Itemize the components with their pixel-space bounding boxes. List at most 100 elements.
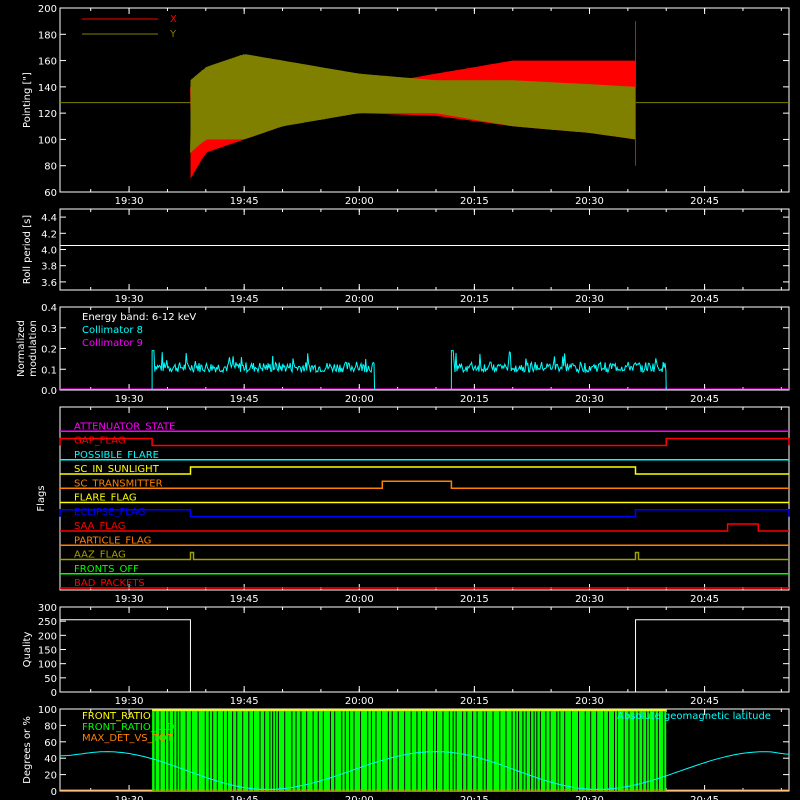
y-tick-label: 100 <box>38 660 57 671</box>
y-tick-label: 0.2 <box>41 345 57 356</box>
y-tick-label: 40 <box>44 754 57 765</box>
legend-y-label: Y <box>169 29 177 40</box>
x-tick-label: 20:00 <box>345 394 374 405</box>
plot-canvas: 19:30 19:45 20:00 20:15 20:30 20:45 60 80 100 120… <box>16 4 790 800</box>
x-tick-label: 19:45 <box>230 696 259 707</box>
x-tick-label: 20:45 <box>690 594 719 605</box>
y-tick-label: 80 <box>44 721 57 732</box>
y-tick-label: 250 <box>38 617 57 628</box>
legend-x-label: X <box>170 14 177 25</box>
y-axis-label: Flags <box>36 485 47 511</box>
y-tick-label: 100 <box>38 705 57 716</box>
x-tick-label: 20:45 <box>690 394 719 405</box>
flag-line-eclipse-flag <box>59 509 790 518</box>
flag-label: SC_TRANSMITTER <box>74 478 163 489</box>
y-tick-label: 4.0 <box>41 246 57 257</box>
y-tick-label: 150 <box>38 646 57 657</box>
flag-label: PARTICLE_FLAG <box>74 535 151 546</box>
y-axis-label: Quality <box>22 632 33 668</box>
x-tick-label: 20:15 <box>460 696 489 707</box>
x-tick-label: 20:00 <box>345 696 374 707</box>
x-tick-label: 20:30 <box>575 795 604 800</box>
latitude-label: Absolute geomagnetic latitude <box>617 711 771 722</box>
y-tick-label: 20 <box>44 771 57 782</box>
y-tick-label: 200 <box>38 631 57 642</box>
y-axis-label: modulation <box>28 320 39 377</box>
flag-label: ECLIPSE_FLAG <box>74 507 145 518</box>
legend-front-ratio: FRONT_RATIO <box>82 711 151 722</box>
x-tick-label: 19:30 <box>115 196 144 207</box>
x-tick-label: 19:45 <box>230 594 259 605</box>
y-tick-label: 0.3 <box>41 324 57 335</box>
y-axis-label: Normalized <box>16 320 27 377</box>
x-tick-label: 19:45 <box>230 795 259 800</box>
collimator-9-label: Collimator 9 <box>82 338 143 349</box>
x-tick-label: 20:30 <box>575 196 604 207</box>
flag-label: SAA_FLAG <box>74 521 125 532</box>
y-tick-label: 0.0 <box>41 386 57 397</box>
x-tick-label: 20:00 <box>345 795 374 800</box>
y-axis-label: Roll period [s] <box>22 215 33 284</box>
y-axis-label: Degrees or % <box>22 716 33 784</box>
x-tick-label: 20:45 <box>690 196 719 207</box>
energy-band-label: Energy band: 6-12 keV <box>82 312 196 323</box>
flag-line-gap-flag <box>59 437 790 447</box>
collimator-8-segment <box>151 350 376 391</box>
x-tick-label: 19:30 <box>115 394 144 405</box>
roll-frame <box>59 208 790 291</box>
x-tick-label: 19:30 <box>115 795 144 800</box>
x-tick-label: 20:15 <box>460 294 489 305</box>
y-tick-label: 60 <box>44 188 57 199</box>
flag-label: SC_IN_SUNLIGHT <box>74 464 160 475</box>
x-tick-label: 19:30 <box>115 696 144 707</box>
y-tick-label: 0 <box>51 688 57 699</box>
flag-label: AAZ_FLAG <box>74 550 126 561</box>
flag-label: GAP_FLAG <box>74 436 126 447</box>
x-tick-label: 20:30 <box>575 696 604 707</box>
y-tick-label: 200 <box>38 4 57 15</box>
y-tick-label: 100 <box>38 135 57 146</box>
front-ratio-fill <box>152 709 667 791</box>
flag-line-saa-flag <box>60 523 789 532</box>
x-tick-label: 20:30 <box>575 294 604 305</box>
y-tick-label: 4.2 <box>41 229 57 240</box>
y-tick-label: 180 <box>38 30 57 41</box>
y-tick-label: 140 <box>38 83 57 94</box>
flag-label: FRONTS_OFF <box>74 564 139 575</box>
quality-line <box>60 619 789 693</box>
y-tick-label: 60 <box>44 738 57 749</box>
collimator-8-label: Collimator 8 <box>82 325 143 336</box>
flag-label: BAD_PACKETS <box>74 578 145 589</box>
y-tick-label: 3.6 <box>41 278 57 289</box>
x-tick-label: 20:15 <box>460 594 489 605</box>
x-tick-label: 20:45 <box>690 696 719 707</box>
x-tick-label: 19:45 <box>230 196 259 207</box>
flag-line-aaz-flag <box>60 551 789 561</box>
x-tick-label: 20:00 <box>345 294 374 305</box>
legend-front-ratio-lld: FRONT_RATIO_LLD <box>82 722 175 733</box>
legend-max-det: MAX_DET_VS_TOT <box>82 733 174 744</box>
y-tick-label: 0 <box>51 787 57 798</box>
x-tick-label: 20:15 <box>460 394 489 405</box>
x-tick-label: 19:45 <box>230 394 259 405</box>
x-tick-label: 19:30 <box>115 594 144 605</box>
flag-line-sc-in-sunlight <box>60 466 789 475</box>
y-tick-label: 50 <box>44 674 57 685</box>
y-tick-label: 300 <box>38 603 57 614</box>
y-tick-label: 120 <box>38 109 57 120</box>
y-tick-label: 160 <box>38 57 57 68</box>
flags-frame <box>59 406 790 591</box>
x-tick-label: 20:45 <box>690 795 719 800</box>
x-tick-label: 20:00 <box>345 196 374 207</box>
flag-line-sc-transmitter <box>60 480 789 489</box>
y-tick-label: 0.4 <box>41 303 57 314</box>
y-axis-label: Pointing ["] <box>22 72 33 128</box>
x-tick-label: 19:30 <box>115 294 144 305</box>
collimator-8-segment <box>450 350 667 391</box>
summary-plot: 19:30 19:45 20:00 20:15 20:30 20:45 60 80 100 120… <box>0 0 800 800</box>
y-tick-label: 0.1 <box>41 365 57 376</box>
x-tick-label: 19:45 <box>230 294 259 305</box>
x-tick-label: 20:00 <box>345 594 374 605</box>
flag-label: ATTENUATOR_STATE <box>74 421 175 432</box>
x-tick-label: 20:30 <box>575 394 604 405</box>
